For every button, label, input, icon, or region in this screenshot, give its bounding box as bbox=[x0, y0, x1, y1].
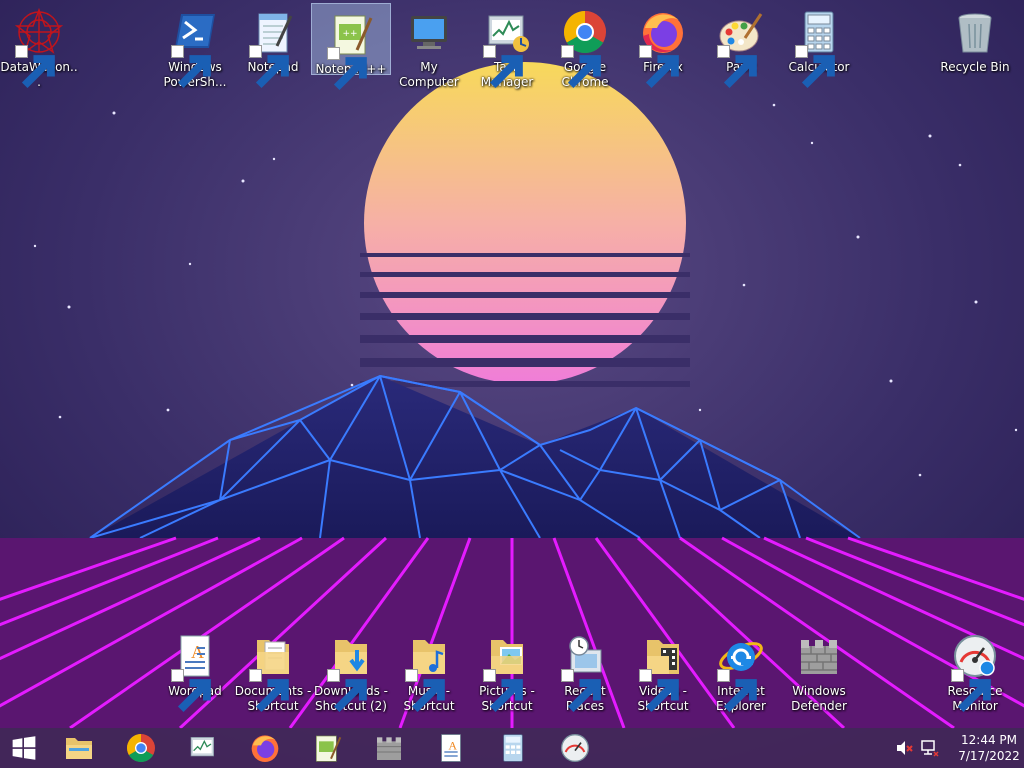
windows-powershell-icon bbox=[171, 8, 219, 89]
start-button[interactable] bbox=[0, 728, 48, 768]
task-manager-icon bbox=[190, 737, 214, 757]
taskbar-notepad-plus-plus[interactable] bbox=[296, 728, 358, 768]
taskbar: A 12:44 PM 7/17/2022 bbox=[0, 728, 1024, 768]
shortcut-arrow-icon bbox=[561, 45, 601, 89]
desktop-icon-paint[interactable]: Paint bbox=[702, 2, 780, 89]
shortcut-arrow-icon bbox=[327, 47, 367, 91]
task-manager-icon bbox=[483, 8, 531, 89]
volume-muted-icon[interactable] bbox=[894, 738, 914, 758]
videos-folder-icon bbox=[639, 632, 687, 713]
desktop-icon-wordpad[interactable]: A Wordpad bbox=[156, 626, 234, 713]
shortcut-arrow-icon bbox=[405, 669, 445, 713]
shortcut-arrow-icon bbox=[327, 669, 367, 713]
icon-label: Recycle Bin bbox=[940, 60, 1010, 74]
file-explorer-icon bbox=[66, 738, 92, 759]
desktop-icon-my-computer[interactable]: My Computer bbox=[390, 2, 468, 90]
svg-text:++: ++ bbox=[342, 29, 357, 39]
desktop-icon-recent-places[interactable]: Recent Places bbox=[546, 626, 624, 714]
taskbar-firefox[interactable] bbox=[234, 728, 296, 768]
firefox-icon bbox=[251, 735, 279, 762]
wordpad-icon: A bbox=[171, 632, 219, 713]
icon-label: Windows Defender bbox=[791, 684, 847, 713]
clock[interactable]: 12:44 PM 7/17/2022 bbox=[954, 732, 1024, 764]
wordpad-icon: A bbox=[441, 734, 461, 762]
taskbar-wordpad[interactable]: A bbox=[420, 728, 482, 768]
desktop-icon-windows-powershell[interactable]: Windows PowerSh... bbox=[156, 2, 234, 90]
desktop-icon-windows-defender[interactable]: Windows Defender bbox=[780, 626, 858, 714]
paint-icon bbox=[717, 8, 765, 89]
desktop-icon-documents-shortcut[interactable]: Documents - Shortcut bbox=[234, 626, 312, 714]
windows-defender-icon bbox=[795, 632, 843, 680]
desktop-icon-recycle-bin[interactable]: Recycle Bin bbox=[936, 2, 1014, 75]
network-icon[interactable] bbox=[920, 738, 940, 758]
music-folder-icon bbox=[405, 632, 453, 713]
chrome-icon bbox=[126, 734, 155, 763]
desktop-icon-internet-explorer[interactable]: Internet Explorer bbox=[702, 626, 780, 714]
taskbar-resource-monitor[interactable] bbox=[544, 728, 606, 768]
shortcut-arrow-icon bbox=[483, 669, 523, 713]
desktop-icon-google-chrome[interactable]: Google Chrome bbox=[546, 2, 624, 90]
system-tray: 12:44 PM 7/17/2022 bbox=[894, 728, 1024, 768]
clock-date: 7/17/2022 bbox=[958, 749, 1020, 763]
desktop-icon-pictures-shortcut[interactable]: Pictures - Shortcut bbox=[468, 626, 546, 714]
resource-monitor-icon bbox=[561, 734, 589, 762]
taskbar-file-explorer[interactable] bbox=[48, 728, 110, 768]
internet-explorer-icon bbox=[717, 632, 765, 713]
desktop-icon-notepad[interactable]: Notepad bbox=[234, 2, 312, 89]
shortcut-arrow-icon bbox=[561, 669, 601, 713]
desktop-icon-firefox[interactable]: Firefox bbox=[624, 2, 702, 89]
shortcut-arrow-icon bbox=[639, 669, 679, 713]
shortcut-arrow-icon bbox=[15, 45, 55, 89]
calculator-icon bbox=[503, 734, 523, 762]
taskbar-chrome[interactable] bbox=[110, 728, 172, 768]
shortcut-arrow-icon bbox=[639, 45, 679, 89]
notepad-icon bbox=[249, 8, 297, 89]
icon-label: My Computer bbox=[399, 60, 459, 89]
firefox-icon bbox=[639, 8, 687, 89]
svg-text:A: A bbox=[448, 738, 457, 752]
taskbar-task-manager[interactable] bbox=[172, 728, 234, 768]
windows-defender-icon bbox=[377, 737, 401, 760]
my-computer-icon bbox=[405, 8, 453, 56]
documents-folder-icon bbox=[249, 632, 297, 713]
shortcut-arrow-icon bbox=[171, 45, 211, 89]
notepad-plus-plus-icon: ++ bbox=[327, 10, 375, 91]
recent-places-icon bbox=[561, 632, 609, 713]
desktop-icon-notepad-plus-plus[interactable]: ++ Notepad++ bbox=[311, 3, 391, 91]
desktop-icon-datawagon[interactable]: DataWagon... bbox=[0, 2, 78, 90]
recycle-bin-icon bbox=[951, 8, 999, 56]
shortcut-arrow-icon bbox=[717, 45, 757, 89]
windows-logo-icon bbox=[12, 736, 36, 760]
shortcut-arrow-icon bbox=[795, 45, 835, 89]
svg-text:A: A bbox=[191, 642, 204, 662]
datawagon-icon bbox=[15, 8, 63, 89]
desktop-icon-task-manager[interactable]: Task Manager bbox=[468, 2, 546, 90]
calculator-icon bbox=[795, 8, 843, 89]
desktop-icon-videos-shortcut[interactable]: Videos - Shortcut bbox=[624, 626, 702, 714]
taskbar-windows-defender[interactable] bbox=[358, 728, 420, 768]
clock-time: 12:44 PM bbox=[961, 733, 1017, 747]
pictures-folder-icon bbox=[483, 632, 531, 713]
shortcut-arrow-icon bbox=[249, 669, 289, 713]
notepad-plus-plus-icon bbox=[316, 735, 342, 762]
desktop-icon-music-shortcut[interactable]: Music - Shortcut bbox=[390, 626, 468, 714]
desktop-icon-resource-monitor[interactable]: Resource Monitor bbox=[936, 626, 1014, 714]
desktop-icon-downloads-shortcut[interactable]: Downloads - Shortcut (2) bbox=[312, 626, 390, 714]
shortcut-arrow-icon bbox=[717, 669, 757, 713]
desktop[interactable]: DataWagon... Windows PowerSh... Notepad … bbox=[0, 0, 1024, 768]
taskbar-calculator[interactable] bbox=[482, 728, 544, 768]
resource-monitor-icon bbox=[951, 632, 999, 713]
downloads-folder-icon bbox=[327, 632, 375, 713]
desktop-icon-calculator[interactable]: Calculator bbox=[780, 2, 858, 89]
google-chrome-icon bbox=[561, 8, 609, 89]
shortcut-arrow-icon bbox=[483, 45, 523, 89]
shortcut-arrow-icon bbox=[171, 669, 211, 713]
shortcut-arrow-icon bbox=[951, 669, 991, 713]
shortcut-arrow-icon bbox=[249, 45, 289, 89]
